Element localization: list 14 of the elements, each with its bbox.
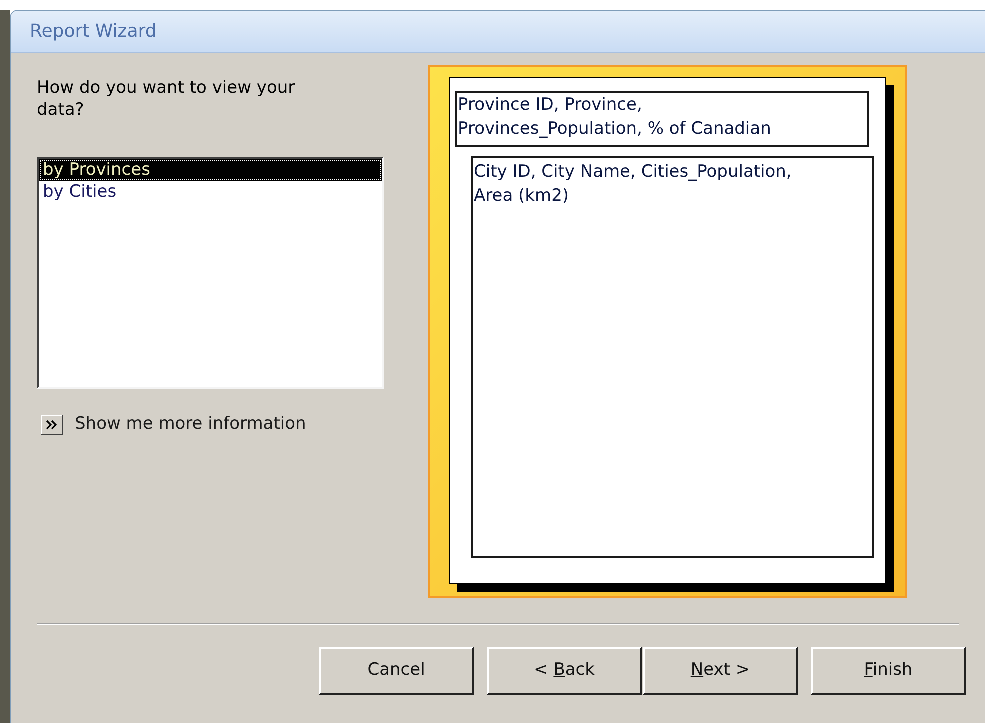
wizard-button[interactable]: < Back — [487, 647, 642, 695]
double-chevron-icon — [46, 420, 58, 430]
detail-section: City ID, City Name, Cities_Population, Area (km2) — [471, 156, 874, 558]
wizard-button[interactable]: Cancel — [319, 647, 474, 695]
header-section: Province ID, Province, Provinces_Population, % of Canadian — [455, 91, 869, 147]
expand-button[interactable] — [41, 414, 63, 435]
view-list[interactable]: by Provinces by Cities — [37, 157, 384, 389]
list-item[interactable]: by Provinces — [39, 159, 382, 181]
wizard-button[interactable]: Next > — [643, 647, 798, 695]
more-info-label: Show me more information — [75, 413, 306, 436]
list-item[interactable]: by Cities — [39, 181, 382, 203]
wizard-button[interactable]: Finish — [811, 647, 966, 695]
prompt-text: How do you want to view your data? — [37, 77, 296, 122]
window-title: Report Wizard — [30, 20, 157, 44]
